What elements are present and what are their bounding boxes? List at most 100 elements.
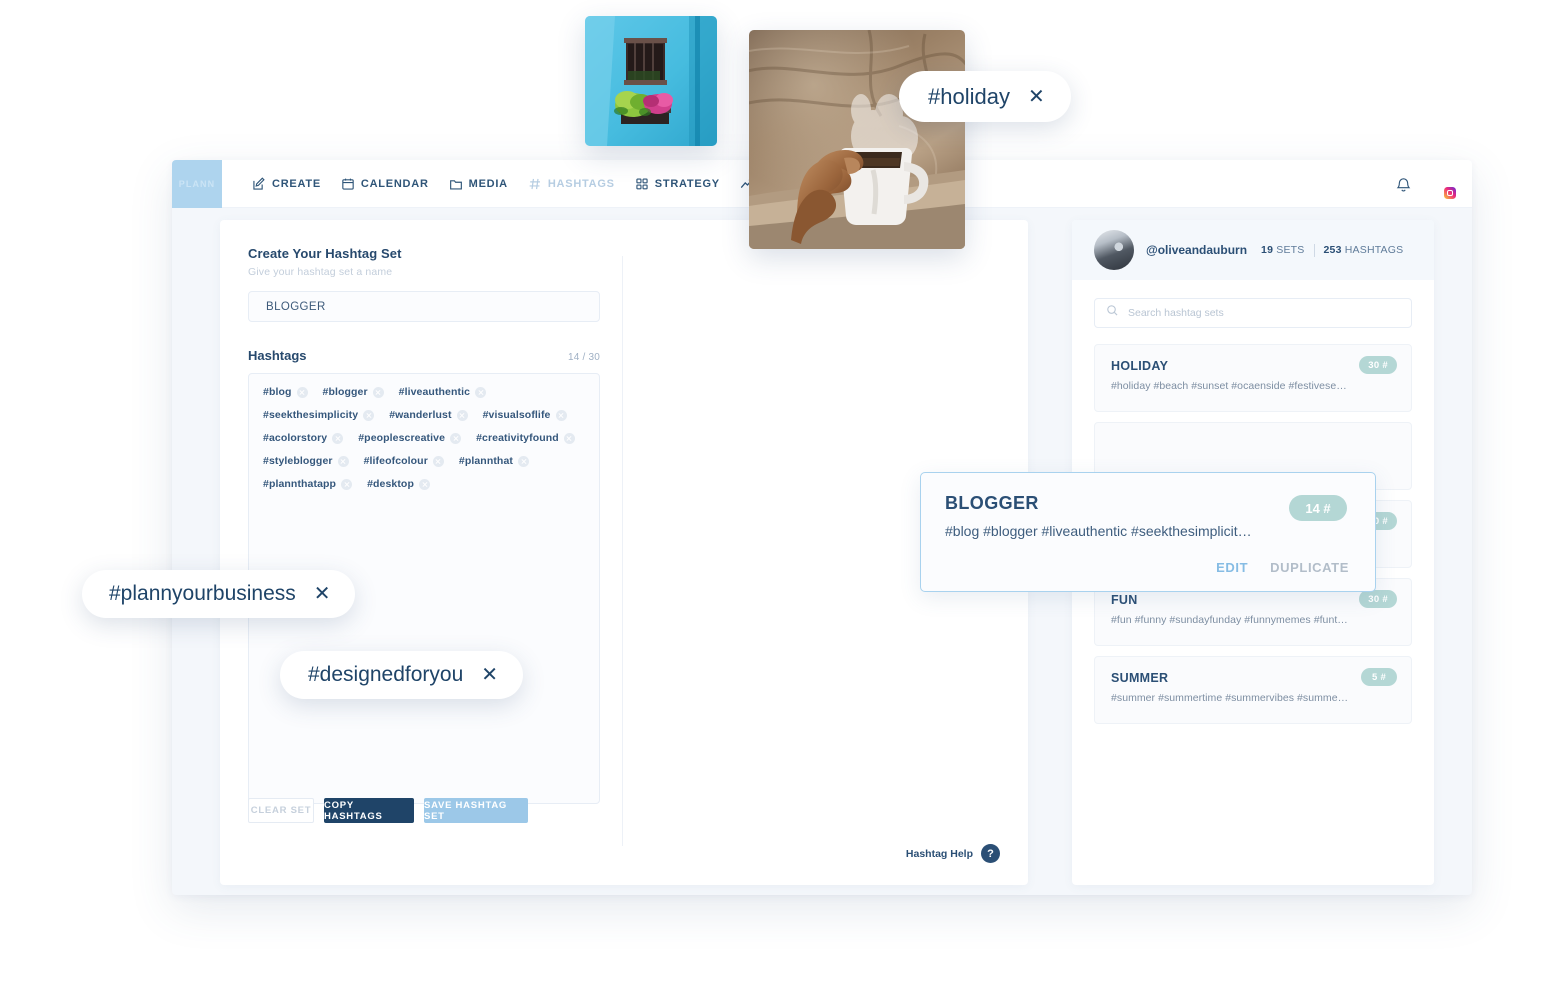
hashtag-set-title: HOLIDAY [1111, 359, 1169, 373]
nav-item-strategy[interactable]: STRATEGY [635, 177, 720, 191]
hashtag-set-title: FUN [1111, 593, 1138, 607]
nav-label-create: CREATE [272, 177, 321, 190]
remove-hashtag-icon[interactable] [296, 386, 308, 398]
hashtag-chip-label: #plannthat [458, 455, 513, 467]
nav-item-hashtags[interactable]: HASHTAGS [528, 177, 615, 191]
hashtag-chip-label: #blog [263, 386, 292, 398]
bell-icon[interactable] [1395, 176, 1412, 193]
remove-hashtag-icon[interactable] [341, 478, 353, 490]
hashtag-chip[interactable]: #desktop [364, 476, 432, 492]
remove-hashtag-icon[interactable] [517, 455, 529, 467]
remove-hashtag-icon[interactable] [337, 455, 349, 467]
hashtag-chip[interactable]: #styleblogger [260, 453, 351, 469]
search-input[interactable] [1128, 307, 1378, 319]
hashtag-chip-label: #desktop [367, 478, 414, 490]
hashtag-chip-list: #blog #blogger #liveauthentic #seekthesimpl… [260, 384, 589, 499]
hashtag-chip-label: #wanderlust [389, 409, 452, 421]
vertical-divider [622, 256, 623, 846]
hashtag-chip[interactable]: #plannthat [456, 453, 531, 469]
close-icon[interactable]: ✕ [1028, 87, 1045, 107]
hashtag-chip[interactable]: #creativityfound [473, 430, 577, 446]
hashtag-chip[interactable]: #plannthatapp [260, 476, 354, 492]
nav-item-media[interactable]: MEDIA [449, 177, 508, 191]
hashtag-chip[interactable]: #lifeofcolour [361, 453, 446, 469]
nav-item-create[interactable]: CREATE [252, 176, 321, 191]
blue-wall-window-flowers-photo [585, 16, 717, 146]
hashtags-stat-label: HASHTAGS [1344, 244, 1404, 256]
hashtag-set-preview: #fun #funny #sundayfunday #funnymemes #f… [1111, 614, 1348, 626]
remove-hashtag-icon[interactable] [555, 409, 567, 421]
floating-tag-plannyourbusiness-label: #plannyourbusiness [109, 582, 296, 605]
hashtag-set-card[interactable]: HOLIDAY #holiday #beach #sunset #ocaensid… [1094, 344, 1412, 412]
hashtag-set-count-badge: 30 # [1359, 356, 1397, 374]
avatar[interactable] [1428, 171, 1456, 199]
remove-hashtag-icon[interactable] [418, 478, 430, 490]
hashtag-chip[interactable]: #blogger [320, 384, 386, 400]
hash-icon [528, 177, 542, 191]
hashtag-set-name-input[interactable]: BLOGGER [248, 291, 600, 322]
nav-label-calendar: CALENDAR [360, 177, 429, 190]
hashtag-chip[interactable]: #acolorstory [260, 430, 345, 446]
plann-logo[interactable]: PLANN [172, 160, 222, 208]
floating-tag-designedforyou-label: #designedforyou [308, 663, 464, 686]
hashtag-set-card[interactable]: SUMMER #summer #summertime #summervibes #… [1094, 656, 1412, 724]
floating-tag-plannyourbusiness[interactable]: #plannyourbusiness ✕ [82, 570, 355, 618]
hashtag-chip[interactable]: #peoplescreative [355, 430, 463, 446]
clear-set-button[interactable]: CLEAR SET [248, 798, 314, 823]
nav-right-actions [1395, 160, 1456, 208]
hashtag-chip-label: #lifeofcolour [363, 455, 428, 467]
hashtag-chip-label: #seekthesimplicity [263, 409, 359, 421]
hashtag-help-label: Hashtag Help [905, 847, 973, 860]
duplicate-button[interactable]: DUPLICATE [1270, 560, 1349, 575]
remove-hashtag-icon[interactable] [450, 432, 462, 444]
hashtags-header: Hashtags 14 / 30 [248, 348, 600, 363]
hashtag-set-count-badge: 30 # [1359, 590, 1397, 608]
floating-tag-designedforyou[interactable]: #designedforyou ✕ [280, 651, 524, 699]
hashtag-chip[interactable]: #visualsoflife [480, 407, 569, 423]
hashtag-set-preview: #holiday #beach #sunset #ocaenside #fest… [1111, 380, 1347, 392]
remove-hashtag-icon[interactable] [432, 455, 444, 467]
popup-count-badge: 14 # [1289, 495, 1347, 521]
remove-hashtag-icon[interactable] [363, 409, 375, 421]
account-header: @oliveandauburn 19 SETS 253 HASHTAGS [1072, 220, 1434, 280]
hashtag-chip-label: #acolorstory [263, 432, 328, 444]
floating-tag-holiday[interactable]: #holiday ✕ [899, 71, 1071, 122]
nav-label-media: MEDIA [468, 177, 508, 190]
account-avatar[interactable] [1094, 230, 1134, 270]
floating-tag-holiday-label: #holiday [928, 83, 1010, 109]
account-handle: @oliveandauburn [1146, 243, 1248, 257]
hashtag-chip[interactable]: #liveauthentic [396, 384, 488, 400]
remove-hashtag-icon[interactable] [332, 432, 344, 444]
pencil-square-icon [252, 176, 266, 191]
nav-item-calendar[interactable]: CALENDAR [341, 177, 429, 191]
hashtag-set-name-value: BLOGGER [266, 300, 326, 313]
close-icon[interactable]: ✕ [314, 584, 331, 604]
popup-actions: EDIT DUPLICATE [1216, 560, 1349, 575]
hashtag-chip-label: #blogger [322, 386, 368, 398]
hashtag-chip[interactable]: #blog [260, 384, 310, 400]
question-mark-icon[interactable]: ? [981, 844, 1000, 863]
hashtag-help[interactable]: Hashtag Help ? [906, 844, 1000, 863]
hashtag-chip[interactable]: #wanderlust [386, 407, 469, 423]
edit-button[interactable]: EDIT [1216, 560, 1248, 575]
editor-form: Create Your Hashtag Set Give your hashta… [248, 246, 600, 804]
hashtag-chip-label: #styleblogger [263, 455, 333, 467]
sets-label: SETS [1276, 244, 1305, 256]
hashtag-set-popup-blogger[interactable]: BLOGGER #blog #blogger #liveauthentic #s… [920, 472, 1376, 592]
hashtag-chip-label: #visualsoflife [482, 409, 551, 421]
remove-hashtag-icon[interactable] [475, 386, 487, 398]
page-subtitle: Give your hashtag set a name [248, 266, 393, 278]
search-hashtag-sets[interactable] [1094, 298, 1412, 328]
hashtag-chip-label: #peoplescreative [358, 432, 446, 444]
save-hashtag-set-button[interactable]: SAVE HASHTAG SET [424, 798, 528, 823]
hashtag-chip-label: #plannthatapp [263, 478, 337, 490]
close-icon[interactable]: ✕ [481, 665, 498, 685]
instagram-icon [1444, 187, 1456, 199]
remove-hashtag-icon[interactable] [563, 432, 575, 444]
remove-hashtag-icon[interactable] [372, 386, 384, 398]
hashtag-chip[interactable]: #seekthesimplicity [260, 407, 376, 423]
account-info: @oliveandauburn 19 SETS 253 HASHTAGS [1146, 243, 1403, 257]
copy-hashtags-button[interactable]: COPY HASHTAGS [324, 798, 414, 823]
remove-hashtag-icon[interactable] [456, 409, 468, 421]
sets-count: 19 [1261, 244, 1274, 256]
